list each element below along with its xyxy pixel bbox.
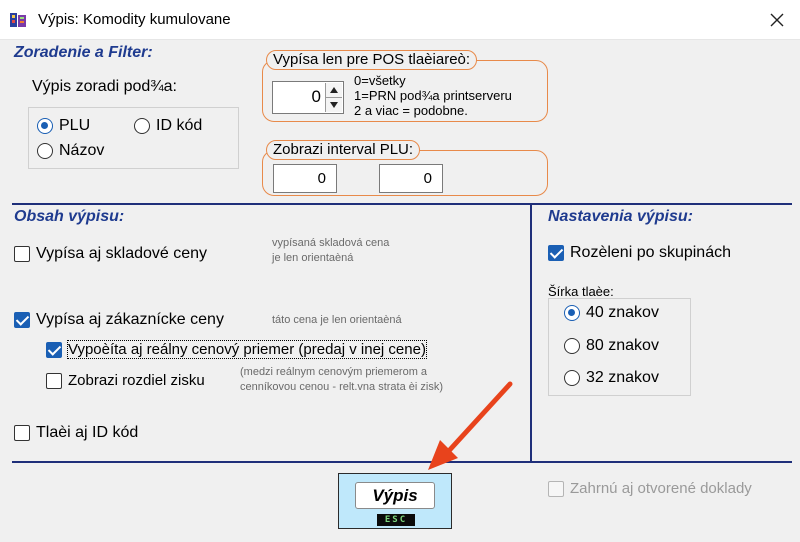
customer-prices-checkbox[interactable]: Vypísa aj zákaznícke ceny: [14, 311, 224, 329]
sort-radio-plu-label: PLU: [59, 117, 91, 134]
checkbox-indicator: [548, 245, 564, 261]
checkbox-indicator: [46, 372, 62, 389]
window-title: Výpis: Komodity kumulovane: [38, 11, 231, 28]
sort-radio-plu[interactable]: PLU: [37, 117, 90, 135]
vypis-button-label: Výpis: [355, 482, 435, 509]
pos-printer-stepper[interactable]: 0: [272, 81, 344, 114]
divider-vertical: [530, 205, 532, 463]
plu-interval-legend: Zobrazi interval PLU:: [266, 140, 421, 160]
split-groups-label: Rozèleni po skupinách: [570, 244, 731, 261]
stock-prices-checkbox[interactable]: Vypísa aj skladové ceny: [14, 245, 207, 263]
radio-indicator: [37, 118, 53, 134]
profit-note-2: cenníkovou cenou - relt.vna strata èi zi…: [240, 381, 443, 393]
divider-top: [12, 203, 792, 205]
width-radio-32[interactable]: 32 znakov: [564, 369, 659, 387]
print-id-label: Tlaèi aj ID kód: [36, 424, 139, 441]
customer-prices-label: Vypísa aj zákaznícke ceny: [36, 311, 224, 328]
stock-note-1: vypísaná skladová cena: [272, 237, 390, 249]
stepper-buttons: [325, 83, 342, 112]
customer-note: táto cena je len orientaèná: [272, 314, 402, 326]
close-icon: [770, 13, 784, 27]
arrow-down-icon: [330, 101, 338, 108]
radio-indicator: [564, 338, 580, 354]
settings-section-title: Nastavenia výpisu:: [548, 208, 693, 225]
app-icon: [10, 13, 26, 27]
pos-note-1: 0=všetky: [354, 73, 406, 88]
pos-printer-value: 0: [311, 87, 321, 106]
radio-indicator: [564, 370, 580, 386]
checkbox-indicator: [14, 246, 30, 262]
arrow-up-icon: [330, 87, 338, 93]
radio-indicator: [134, 118, 150, 134]
width-radio-80[interactable]: 80 znakov: [564, 337, 659, 355]
stock-note-2: je len orientaèná: [272, 252, 354, 264]
sort-radio-id[interactable]: ID kód: [134, 117, 202, 135]
sort-radio-id-label: ID kód: [156, 117, 203, 134]
width-radio-32-label: 32 znakov: [586, 369, 659, 386]
vypis-button[interactable]: Výpis ESC: [338, 473, 452, 529]
pos-note-3: 2 a viac = podobne.: [354, 103, 468, 118]
checkbox-indicator: [46, 341, 62, 358]
sort-radio-name-label: Názov: [59, 142, 105, 159]
close-button[interactable]: [754, 0, 800, 40]
profit-diff-label: Zobrazi rozdiel zisku: [68, 372, 205, 389]
real-average-label: Vypoèíta aj reálny cenový priemer (preda…: [67, 340, 427, 359]
sort-radio-name[interactable]: Názov: [37, 142, 104, 160]
profit-diff-checkbox[interactable]: Zobrazi rozdiel zisku: [46, 372, 205, 389]
radio-indicator: [564, 305, 580, 321]
sort-label: Výpis zoradi pod¾a:: [32, 78, 177, 95]
stepper-down-button[interactable]: [326, 97, 342, 112]
filter-section-title: Zoradenie a Filter:: [14, 44, 153, 61]
include-open-label: Zahrnú aj otvorené doklady: [570, 480, 752, 497]
print-id-checkbox[interactable]: Tlaèi aj ID kód: [14, 424, 138, 442]
stock-prices-label: Vypísa aj skladové ceny: [36, 245, 208, 262]
plu-to-input[interactable]: 0: [379, 164, 443, 193]
checkbox-indicator: [14, 425, 30, 441]
esc-badge: ESC: [377, 514, 415, 526]
split-groups-checkbox[interactable]: Rozèleni po skupinách: [548, 244, 731, 262]
title-bar: Výpis: Komodity kumulovane: [0, 0, 800, 40]
divider-bottom: [12, 461, 792, 463]
stepper-up-button[interactable]: [326, 83, 342, 98]
checkbox-indicator: [14, 312, 30, 328]
width-radio-40[interactable]: 40 znakov: [564, 304, 659, 322]
radio-indicator: [37, 143, 53, 159]
content-section-title: Obsah výpisu:: [14, 208, 125, 225]
width-radio-40-label: 40 znakov: [586, 304, 659, 321]
plu-from-input[interactable]: 0: [273, 164, 337, 193]
checkbox-indicator: [548, 480, 564, 497]
profit-note-1: (medzi reálnym cenovým priemerom a: [240, 366, 428, 378]
real-average-checkbox[interactable]: Vypoèíta aj reálny cenový priemer (preda…: [46, 340, 427, 359]
pos-printer-legend: Vypísa len pre POS tlaèiareò:: [266, 50, 478, 70]
print-width-label: Šírka tlaèe:: [548, 284, 614, 299]
include-open-checkbox[interactable]: Zahrnú aj otvorené doklady: [548, 480, 752, 497]
pos-note-2: 1=PRN pod¾a printserveru: [354, 88, 512, 103]
width-radio-80-label: 80 znakov: [586, 337, 659, 354]
